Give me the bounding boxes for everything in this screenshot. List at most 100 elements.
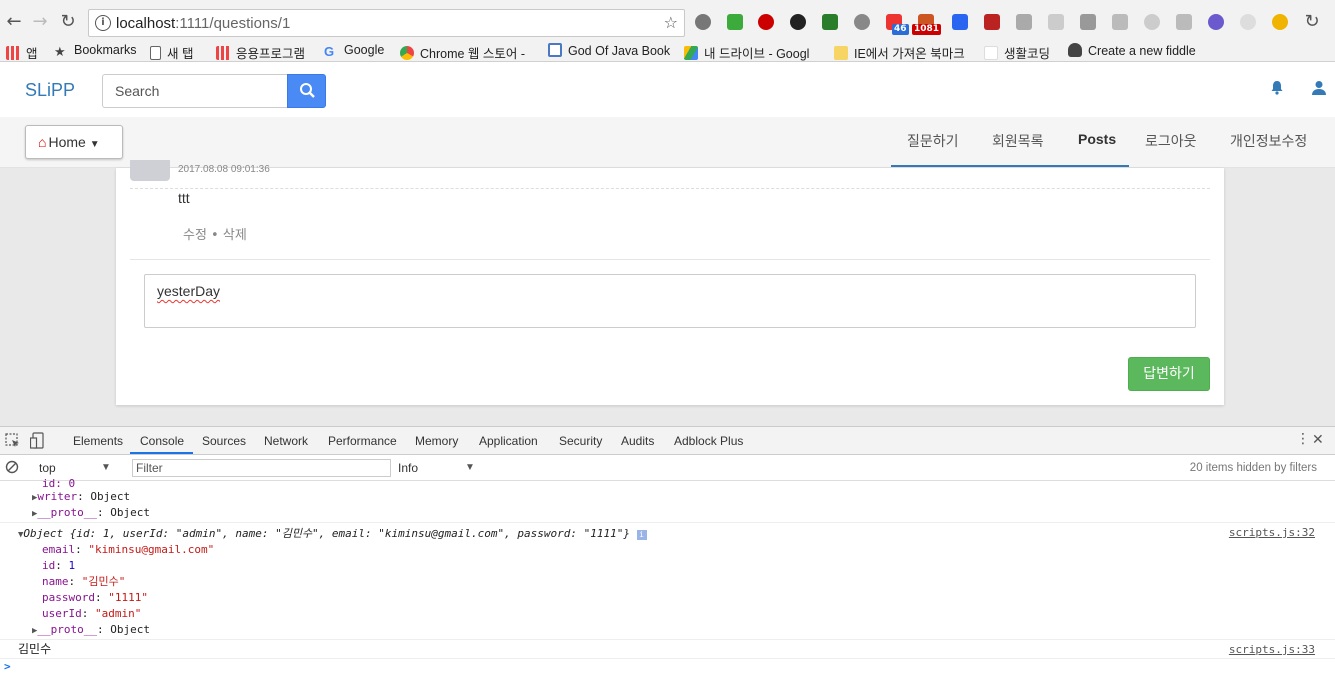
home-dropdown-button[interactable]: ⌂ Home ▼ [25, 125, 123, 159]
avatar [130, 160, 170, 181]
bookmark-item[interactable]: 응용프로그램 [216, 43, 305, 62]
user-icon[interactable] [1312, 80, 1326, 99]
bookmark-apps[interactable]: 앱 [6, 43, 38, 62]
puzzle-extension-icon[interactable] [1080, 14, 1096, 30]
tab-performance[interactable]: Performance [328, 434, 397, 448]
ip-extension-icon[interactable] [854, 14, 870, 30]
brand-logo[interactable]: SLiPP [25, 80, 75, 101]
object-summary[interactable]: ▼Object {id: 1, userId: "admin", name: "… [18, 526, 647, 543]
bookmark-item[interactable]: ★ Bookmarks [54, 43, 137, 59]
clear-console-icon[interactable] [5, 460, 19, 474]
console-output: id: 0 ▶writer: Object ▶__proto__: Object… [0, 477, 1335, 676]
object-field: name: "김민수" [42, 575, 126, 588]
tab-memory[interactable]: Memory [415, 434, 458, 448]
submit-answer-button[interactable]: 답변하기 [1128, 357, 1210, 391]
github-extension-icon[interactable] [790, 14, 806, 30]
menu-posts[interactable]: Posts [1078, 131, 1116, 147]
console-log-line: 김민수 [18, 642, 52, 656]
bookmark-star-icon[interactable]: ☆ [664, 13, 678, 32]
cloud-icon [1068, 43, 1082, 57]
tab-sources[interactable]: Sources [202, 434, 246, 448]
tab-elements[interactable]: Elements [73, 434, 123, 448]
tab-console[interactable]: Console [140, 434, 184, 448]
tab-network[interactable]: Network [264, 434, 308, 448]
book-icon [548, 43, 562, 57]
tab-audits[interactable]: Audits [621, 434, 654, 448]
bookmark-item[interactable]: Create a new fiddle [1068, 43, 1196, 58]
extension-icon[interactable] [1144, 14, 1160, 30]
t-extension-icon[interactable] [1016, 14, 1032, 30]
bookmark-item[interactable]: God Of Java Book [548, 43, 670, 58]
css-extension-icon[interactable] [952, 14, 968, 30]
address-bar[interactable]: i localhost:1111/questions/1 ☆ [88, 9, 685, 37]
object-field: id: 1 [42, 559, 76, 572]
search-input[interactable] [102, 74, 288, 108]
bookmark-item[interactable]: 생활코딩 [984, 43, 1050, 62]
back-icon[interactable]: ← [4, 12, 24, 32]
settings-extension-icon[interactable] [695, 14, 711, 30]
refresh-extension-icon[interactable]: ↻ [1302, 12, 1322, 32]
divider [130, 259, 1210, 260]
console-separator [0, 639, 1335, 640]
page-icon [150, 46, 161, 60]
apps-icon [6, 46, 20, 60]
tab-security[interactable]: Security [559, 434, 602, 448]
tree-row-proto[interactable]: ▶__proto__: Object [32, 622, 150, 639]
menu-logout[interactable]: 로그아웃 [1145, 131, 1197, 151]
drive-icon [684, 46, 698, 60]
tab-adblock-plus[interactable]: Adblock Plus [674, 434, 743, 448]
context-select[interactable]: top ▼ [33, 459, 118, 477]
answer-actions[interactable]: 수정 • 삭제 [183, 224, 247, 243]
object-field: password: "1111" [42, 591, 148, 604]
folder-icon [834, 46, 848, 60]
bookmark-item[interactable]: G Google [324, 43, 384, 59]
console-prompt[interactable]: > [4, 659, 11, 674]
info-badge-icon: i [636, 530, 647, 540]
adblock-extension-icon[interactable] [758, 14, 774, 30]
active-menu-indicator [891, 165, 1129, 167]
r-extension-icon[interactable] [1208, 14, 1224, 30]
reload-icon[interactable]: ↻ [58, 12, 78, 32]
tree-row-proto[interactable]: ▶__proto__: Object [32, 505, 150, 522]
console-filter-input[interactable]: Filter [132, 459, 391, 477]
tab-application[interactable]: Application [479, 434, 538, 448]
shield2-extension-icon[interactable] [984, 14, 1000, 30]
star-icon: ★ [54, 44, 66, 59]
reply-textarea[interactable]: yesterDay [144, 274, 1196, 328]
source-link[interactable]: scripts.js:32 [1229, 526, 1315, 539]
inspect-element-icon[interactable] [5, 433, 21, 449]
shield-extension-icon[interactable] [727, 14, 743, 30]
object-field: email: "kiminsu@gmail.com" [42, 543, 215, 556]
page-viewport: SLiPP ⌂Home ▼ 질문하기 회원목록 Posts 로그아웃 개인정보수… [0, 63, 1335, 426]
url-text: localhost:1111/questions/1 [116, 15, 291, 32]
menu-members[interactable]: 회원목록 [992, 131, 1044, 151]
search-icon [300, 83, 315, 98]
bell-icon[interactable] [1270, 80, 1284, 99]
bookmark-item[interactable]: 내 드라이브 - Googl [684, 43, 809, 62]
more-options-icon[interactable]: ⋮ [1296, 432, 1310, 446]
extension-icon[interactable] [1240, 14, 1256, 30]
device-toolbar-icon[interactable] [30, 432, 46, 449]
search-button[interactable] [287, 74, 326, 108]
menu-profile-edit[interactable]: 개인정보수정 [1230, 131, 1307, 151]
close-icon[interactable]: ✕ [1312, 432, 1324, 448]
extension-icon[interactable] [1112, 14, 1128, 30]
extension-icon[interactable] [1272, 14, 1288, 30]
info-icon[interactable]: i [95, 15, 111, 31]
bookmark-item[interactable]: Chrome 웹 스토어 - [400, 43, 525, 62]
forward-icon[interactable]: → [30, 12, 50, 32]
log-level-select[interactable]: Info ▼ [398, 459, 476, 477]
bookmark-folder[interactable]: IE에서 가져온 북마크 [834, 43, 965, 62]
source-link[interactable]: scripts.js:33 [1229, 643, 1315, 656]
extension-icon[interactable] [1176, 14, 1192, 30]
console-separator [0, 658, 1335, 659]
active-tab-indicator [130, 452, 193, 454]
user-extension-icon[interactable] [822, 14, 838, 30]
object-field: userId: "admin" [42, 607, 142, 620]
console-toolbar: top ▼ Filter Info ▼ 20 items hidden by fil… [0, 455, 1335, 481]
tree-row-writer[interactable]: ▶writer: Object [32, 489, 130, 506]
menu-ask-question[interactable]: 질문하기 [907, 131, 959, 151]
bookmark-item[interactable]: 새 탭 [150, 43, 193, 62]
chevron-down-icon: ▼ [89, 139, 100, 150]
extension-icon[interactable] [1048, 14, 1064, 30]
